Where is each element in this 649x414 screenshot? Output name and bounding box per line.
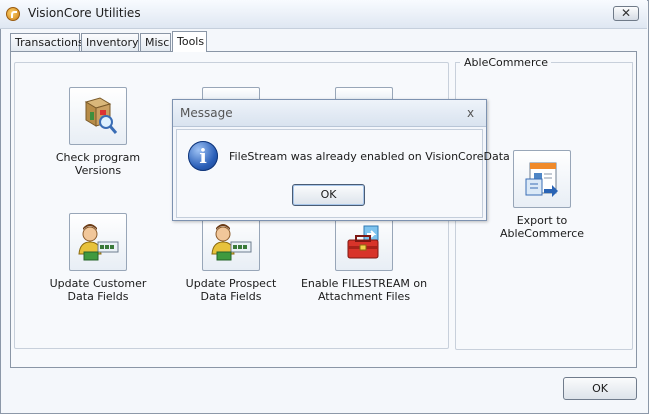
dialog-close-icon[interactable]: x [467, 106, 474, 120]
tab-misc[interactable]: Misc [140, 33, 171, 51]
check-program-versions-button[interactable] [69, 87, 127, 145]
update-customer-data-fields-label: Update Customer Data Fields [49, 277, 147, 303]
update-prospect-data-fields-button[interactable] [202, 213, 260, 271]
check-program-versions-label: Check program Versions [55, 151, 141, 177]
info-icon: i [188, 141, 218, 171]
export-document-icon [525, 162, 558, 197]
export-to-ablecommerce-label: Export to AbleCommerce [499, 214, 585, 240]
title-bar: VisionCore Utilities ✕ [0, 0, 647, 29]
dialog-ok-button[interactable]: OK [292, 184, 365, 206]
package-search-icon [84, 97, 118, 134]
dialog-title-bar: Message x [173, 100, 486, 127]
export-to-ablecommerce-button[interactable] [513, 150, 571, 208]
ok-button[interactable]: OK [563, 377, 637, 400]
close-button[interactable]: ✕ [613, 6, 639, 21]
tab-inventory[interactable]: Inventory [81, 33, 139, 51]
group-border [455, 62, 460, 63]
app-logo-icon [6, 7, 20, 21]
tab-transactions[interactable]: Transactions [10, 33, 84, 51]
enable-filestream-button[interactable] [335, 213, 393, 271]
dialog-title: Message [180, 106, 233, 120]
update-customer-data-fields-button[interactable] [69, 213, 127, 271]
toolbox-icon [347, 225, 379, 259]
close-icon: ✕ [620, 6, 632, 20]
ablecommerce-group-title: AbleCommerce [461, 56, 552, 69]
update-prospect-data-fields-label: Update Prospect Data Fields [185, 277, 277, 303]
user-data-icon [211, 224, 252, 261]
group-border [539, 62, 633, 63]
enable-filestream-label: Enable FILESTREAM on Attachment Files [300, 277, 428, 303]
window-title: VisionCore Utilities [28, 6, 141, 20]
tab-tools[interactable]: Tools [172, 31, 207, 52]
dialog-message: FileStream was already enabled on Vision… [229, 150, 510, 163]
user-data-icon [78, 224, 119, 261]
